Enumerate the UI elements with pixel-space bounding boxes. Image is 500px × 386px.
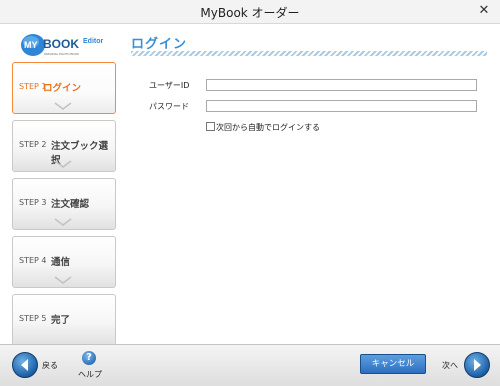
user-id-label: ユーザーID — [149, 81, 190, 90]
title-bar: MyBook オーダー ✕ — [0, 0, 500, 24]
step-label: 注文確認 — [51, 199, 90, 210]
title-underline-stripe — [131, 51, 487, 56]
step-4-communication: STEP 4 通信 — [12, 236, 116, 288]
back-label[interactable]: 戻る — [42, 360, 58, 371]
cancel-button[interactable]: キャンセル — [360, 354, 426, 374]
help-label[interactable]: ヘルプ — [78, 369, 102, 380]
step-3-confirm-order: STEP 3 注文確認 — [12, 178, 116, 230]
password-input[interactable] — [206, 100, 477, 112]
auto-login-checkbox[interactable] — [206, 122, 215, 131]
logo-my-text: MY — [24, 40, 38, 50]
step-number: STEP 4 — [19, 256, 47, 265]
chevron-down-icon — [54, 102, 72, 110]
step-5-complete: STEP 5 完了 — [12, 294, 116, 346]
logo-book-text: BOOK — [43, 37, 79, 51]
step-1-login: STEP 1 ログイン — [12, 62, 116, 114]
logo-tagline: ORIGINAL PHOTO BOOK — [44, 52, 79, 56]
mybook-editor-logo: MY BOOK Editor ORIGINAL PHOTO BOOK — [20, 32, 112, 58]
chevron-down-icon — [54, 218, 72, 226]
arrow-right-icon — [474, 359, 481, 371]
help-icon[interactable]: ? — [82, 351, 96, 365]
step-number: STEP 5 — [19, 314, 47, 323]
next-button[interactable] — [464, 352, 490, 378]
step-label: ログイン — [43, 83, 82, 94]
password-label: パスワード — [149, 102, 189, 111]
user-id-input[interactable] — [206, 79, 477, 91]
step-list: STEP 1 ログイン STEP 2 注文ブック選択 STEP 3 注文確認 S… — [12, 62, 116, 352]
auto-login-label: 次回から自動でログインする — [216, 123, 320, 132]
close-icon: ✕ — [478, 3, 490, 18]
main-panel: MY BOOK Editor ORIGINAL PHOTO BOOK ログイン … — [6, 24, 494, 346]
next-label[interactable]: 次へ — [442, 360, 458, 371]
chevron-down-icon — [54, 276, 72, 284]
close-button[interactable]: ✕ — [474, 3, 494, 19]
page-title: ログイン — [131, 37, 188, 52]
arrow-left-icon — [21, 359, 28, 371]
step-number: STEP 2 — [19, 140, 47, 149]
step-number: STEP 3 — [19, 198, 47, 207]
chevron-down-icon — [54, 160, 72, 168]
step-label: 完了 — [51, 315, 71, 326]
window-title: MyBook オーダー — [200, 6, 300, 20]
logo-editor-text: Editor — [83, 38, 103, 45]
back-button[interactable] — [12, 352, 38, 378]
bottom-toolbar: 戻る ? ヘルプ キャンセル 次へ — [0, 344, 500, 386]
step-label: 通信 — [51, 257, 71, 268]
step-2-select-book: STEP 2 注文ブック選択 — [12, 120, 116, 172]
